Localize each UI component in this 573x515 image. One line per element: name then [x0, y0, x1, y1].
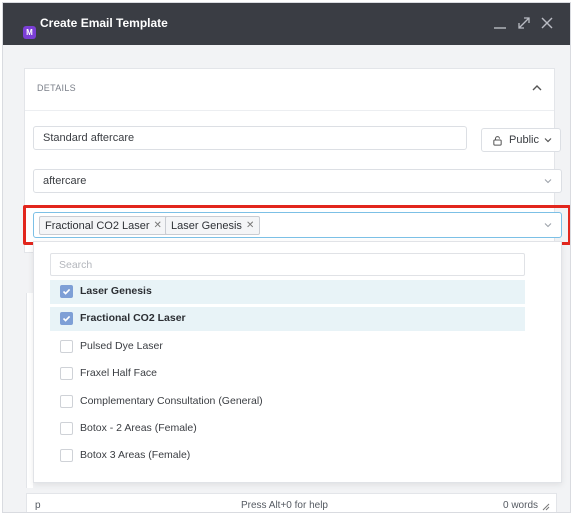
app-logo: M	[23, 26, 36, 39]
search-input[interactable]	[50, 253, 525, 276]
help-hint: Press Alt+0 for help	[241, 500, 328, 511]
details-section-label: DETAILS	[37, 83, 76, 93]
chip-label: Laser Genesis	[171, 219, 242, 232]
category-select[interactable]: aftercare	[33, 169, 562, 193]
selected-chip[interactable]: Laser Genesis ✕	[165, 216, 261, 235]
divider	[25, 110, 554, 111]
remove-chip-icon[interactable]: ✕	[246, 220, 254, 231]
checkbox[interactable]	[60, 422, 73, 435]
selected-chip[interactable]: Fractional CO2 Laser ✕	[39, 216, 168, 235]
option-label: Laser Genesis	[80, 285, 152, 297]
title-bar[interactable]: M Create Email Template	[3, 3, 570, 45]
option-complementary-consultation[interactable]: Complementary Consultation (General)	[50, 390, 525, 414]
option-label: Botox 3 Areas (Female)	[80, 449, 191, 461]
checkbox[interactable]	[60, 395, 73, 408]
checkbox-checked[interactable]	[60, 312, 73, 325]
option-pulsed-dye-laser[interactable]: Pulsed Dye Laser	[50, 335, 525, 359]
editor-area[interactable]	[26, 293, 33, 488]
checkbox[interactable]	[60, 449, 73, 462]
option-botox-2-areas[interactable]: Botox - 2 Areas (Female)	[50, 417, 525, 441]
create-email-template-window: M Create Email Template DETAILS Standard…	[2, 2, 571, 513]
chip-label: Fractional CO2 Laser	[45, 219, 150, 232]
option-botox-3-areas[interactable]: Botox 3 Areas (Female)	[50, 444, 525, 468]
remove-chip-icon[interactable]: ✕	[154, 220, 162, 231]
option-label: Complementary Consultation (General)	[80, 395, 263, 407]
word-count[interactable]: 0 words	[503, 500, 538, 511]
option-laser-genesis[interactable]: Laser Genesis	[50, 280, 525, 304]
window-title: Create Email Template	[40, 16, 168, 30]
minimize-icon[interactable]	[492, 15, 508, 31]
maximize-icon[interactable]	[516, 15, 532, 31]
template-name-value: Standard aftercare	[43, 132, 135, 144]
services-multiselect[interactable]: Fractional CO2 Laser ✕ Laser Genesis ✕	[33, 212, 562, 238]
chevron-down-icon	[543, 176, 553, 186]
category-value: aftercare	[43, 175, 87, 187]
option-label: Pulsed Dye Laser	[80, 340, 163, 352]
lock-icon	[492, 135, 503, 146]
element-path[interactable]: p	[35, 500, 41, 511]
option-label: Botox - 2 Areas (Female)	[80, 422, 197, 434]
chevron-down-icon[interactable]	[543, 220, 553, 230]
visibility-label: Public	[509, 134, 539, 146]
option-label: Fractional CO2 Laser	[80, 312, 186, 324]
checkbox-checked[interactable]	[60, 285, 73, 298]
template-name-field[interactable]: Standard aftercare	[33, 126, 467, 150]
checkbox[interactable]	[60, 340, 73, 353]
close-icon[interactable]	[539, 15, 555, 31]
resize-grip-icon[interactable]	[542, 503, 550, 511]
editor-statusbar: p Press Alt+0 for help 0 words	[26, 493, 557, 512]
chevron-up-icon[interactable]	[530, 81, 544, 95]
chevron-down-icon	[543, 135, 553, 145]
option-fraxel-half-face[interactable]: Fraxel Half Face	[50, 362, 525, 386]
services-dropdown-menu: Laser Genesis Fractional CO2 Laser Pulse…	[33, 241, 562, 483]
option-fractional-co2-laser[interactable]: Fractional CO2 Laser	[50, 307, 525, 331]
checkbox[interactable]	[60, 367, 73, 380]
option-label: Fraxel Half Face	[80, 367, 158, 379]
visibility-dropdown[interactable]: Public	[481, 128, 561, 152]
